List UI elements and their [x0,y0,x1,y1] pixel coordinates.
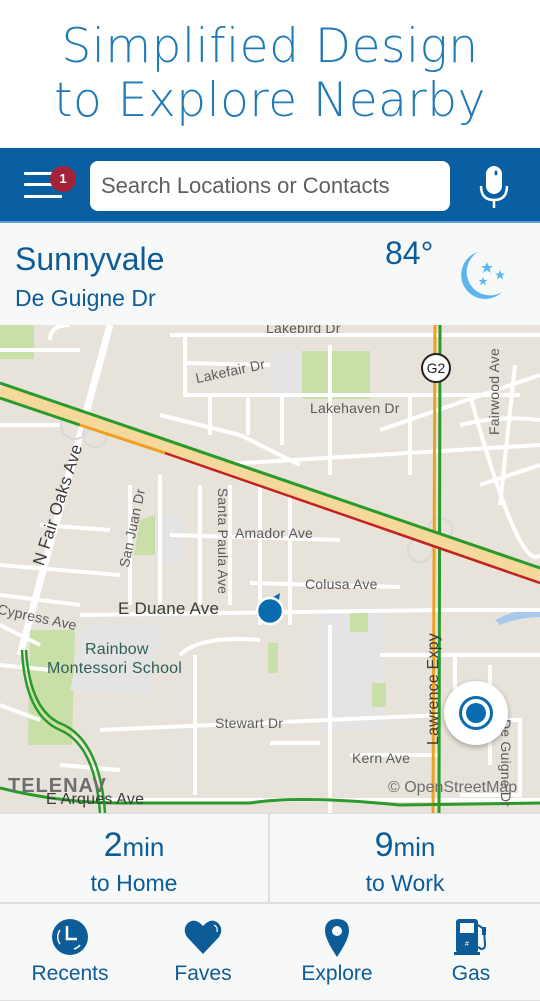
eta-home-button[interactable]: 2min to Home [0,814,270,903]
map-label-stewart: Stewart Dr [215,715,284,731]
g2-shield-label: G2 [427,360,446,376]
eta-home-time: 2min [0,826,268,865]
nav-gas-label: Gas [451,962,491,985]
map-label-colusa: Colusa Ave [305,576,378,592]
locate-icon-dot [466,703,486,723]
park-area [300,351,370,399]
park-area [268,643,278,673]
location-weather-panel: Sunnyvale De Guigne Dr 84° [0,223,540,325]
park-area [350,610,368,632]
map-label-lawrence-expy: Lawrence Expy [425,633,442,745]
promo-title-line2: to Explore Nearby [54,73,486,128]
nav-recents[interactable]: Recents [15,904,125,1000]
eta-work-button[interactable]: 9min to Work [270,814,540,903]
clock-icon [52,919,88,955]
moon-stars-icon [461,252,505,299]
current-location-marker [255,596,285,626]
menu-button[interactable]: 1 [24,166,76,204]
svg-text:#: # [465,941,469,948]
heart-icon [184,920,222,954]
eta-work-value: 9 [374,826,394,864]
highway [0,383,540,582]
nav-explore[interactable]: Explore [282,904,392,1000]
map-label-fairwood: Fairwood Ave [486,348,502,435]
nav-recents-label: Recents [31,962,109,985]
bottom-nav: Recents Faves Explore # Gas [0,904,540,1001]
map-view[interactable]: G2 Lakebird Dr Lakefair Dr Lakehaven Dr … [0,325,540,813]
park-area [372,683,386,707]
top-bar: 1 [0,148,540,223]
eta-panel: 2min to Home 9min to Work [0,813,540,904]
eta-home-value: 2 [103,826,123,864]
park-area [0,325,34,359]
map-pin-icon [325,919,349,957]
hamburger-menu-icon-bar [24,195,62,198]
microphone-icon[interactable] [478,164,510,210]
map-label-e-duane: E Duane Ave [118,599,220,618]
map-label-santa-paula: Santa Paula Ave [215,487,232,595]
promo-header: Simplified Design to Explore Nearby [0,0,540,148]
notification-badge: 1 [50,166,76,192]
street-name: De Guigne Dr [15,285,156,311]
nav-explore-label: Explore [301,962,373,985]
eta-home-unit: min [122,832,165,862]
promo-title-line1: Simplified Design [61,19,479,74]
map-attribution[interactable]: © OpenStreetMap [388,779,517,797]
map-label-montessori-school[interactable]: Montessori School [47,660,182,678]
temperature: 84° [385,235,434,271]
telenav-logo: TELENAV [8,775,107,797]
map-label-kern: Kern Ave [352,750,411,766]
map-label-lakehaven: Lakehaven Dr [310,400,400,416]
eta-home-label: to Home [90,870,178,896]
eta-work-time: 9min [270,826,540,865]
city-name: Sunnyvale [15,241,165,277]
search-input[interactable] [90,161,450,211]
nav-gas[interactable]: # Gas [416,904,526,1000]
gas-pump-icon: # [454,919,487,955]
map-label-amador: Amador Ave [235,525,314,541]
water-area [495,610,540,625]
map-label-lakebird: Lakebird Dr [266,325,341,336]
recenter-location-button[interactable] [444,681,508,745]
nav-faves-label: Faves [174,962,232,985]
building-area [272,351,302,399]
eta-work-unit: min [393,832,436,862]
eta-work-label: to Work [365,870,445,896]
nav-faves[interactable]: Faves [148,904,258,1000]
map-label-rainbow[interactable]: Rainbow [85,641,149,659]
